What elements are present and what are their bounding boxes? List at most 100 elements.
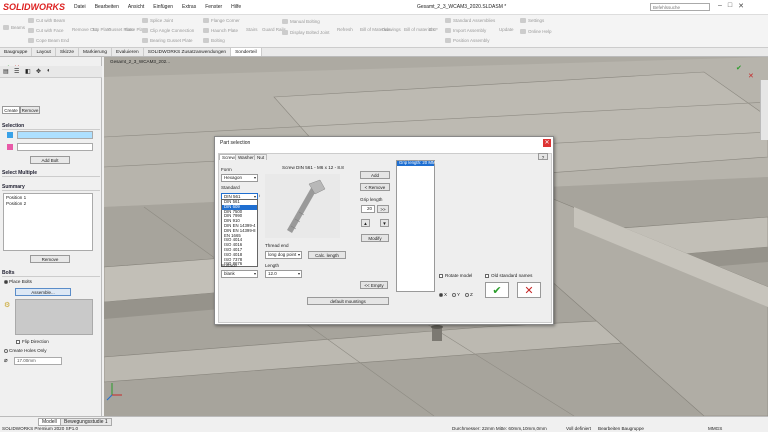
menu-hilfe[interactable]: Hilfe [231, 4, 241, 10]
ribbon-manual-bolting[interactable]: Manual Bolting [282, 19, 320, 25]
axis-y-radio[interactable]: Y [452, 292, 460, 297]
summary-section-title[interactable]: Summary [2, 184, 100, 191]
axis-x-radio[interactable]: X [439, 292, 447, 297]
selection-section-title[interactable]: Selection [2, 123, 100, 130]
tab-remove[interactable]: Remove [20, 106, 40, 114]
tab-markierung[interactable]: Markierung [79, 48, 113, 56]
menu-datei[interactable]: Datei [74, 4, 86, 10]
summary-list[interactable]: Position 1 Position 2 [3, 193, 93, 251]
rotate-model-checkbox[interactable]: Rotate model [439, 273, 472, 278]
ribbon-stairs[interactable]: Stairs [246, 27, 258, 32]
standard-dropdown-list[interactable]: DIN 561 DIN 609 DIN 7500 DIN 7990 DIN 91… [221, 199, 258, 267]
form-select[interactable]: Hexagon ▾ [221, 174, 258, 182]
ribbon-haunch[interactable]: Haunch Plate [203, 28, 238, 34]
task-pane-tabs[interactable] [760, 80, 768, 140]
x-icon[interactable]: ✕ [517, 282, 541, 298]
list-item[interactable]: Grip length: 20 MM [397, 160, 436, 166]
assemble-button[interactable]: Assemble... [15, 288, 71, 296]
move-down-button[interactable]: ▼ [380, 219, 389, 227]
thread-end-select[interactable]: long dog point ▾ [265, 251, 302, 259]
menu-extras[interactable]: Extras [182, 4, 196, 10]
old-standard-names-checkbox[interactable]: Old standard names [485, 273, 532, 278]
ribbon-display-bolted[interactable]: Display Bolted Joint [282, 30, 330, 36]
bolts-section-title[interactable]: Bolts [2, 270, 100, 277]
ribbon-beams[interactable]: Beams [3, 25, 25, 31]
ribbon-splice[interactable]: Splice Joint [142, 18, 173, 24]
dialog-close-icon[interactable]: ✕ [543, 139, 551, 147]
tab-modell[interactable]: Modell [38, 418, 61, 426]
hole-diameter-input[interactable]: 17.00mm [14, 357, 62, 365]
menu-ansicht[interactable]: Ansicht [128, 4, 144, 10]
surface-select[interactable]: blank ▾ [221, 270, 258, 278]
list-item[interactable]: Position 2 [6, 201, 26, 206]
menu-bearbeiten[interactable]: Bearbeiten [95, 4, 119, 10]
close-icon[interactable]: ✕ [738, 2, 744, 10]
add-button[interactable]: Add [360, 171, 390, 179]
menu-einfuegen[interactable]: Einfügen [153, 4, 173, 10]
ribbon-cut-face[interactable]: Cut with Face [28, 28, 64, 34]
tab-bewegungsstudie[interactable]: Bewegungsstudie 1 [60, 418, 112, 426]
ribbon-update[interactable]: Update [499, 27, 514, 32]
minimize-icon[interactable]: – [718, 2, 722, 10]
cancel-corner-x-icon[interactable]: ✕ [748, 72, 754, 80]
remove-part-button[interactable]: < Remove [360, 183, 390, 191]
help-button[interactable]: ? [538, 153, 548, 160]
command-search-input[interactable]: Befehlssuche [650, 3, 710, 11]
config-icon[interactable]: ◧ [25, 68, 31, 75]
ribbon-position-assembly[interactable]: Position Assembly [445, 38, 490, 44]
remove-button[interactable]: Remove [30, 255, 70, 263]
move-icon[interactable]: ✥ [36, 68, 41, 75]
ribbon-cut-beam[interactable]: Cut with Beam [28, 18, 65, 24]
ribbon-settings[interactable]: Settings [520, 18, 544, 24]
ribbon-refresh[interactable]: Refresh [337, 27, 353, 32]
default-mountings-button[interactable]: default mountings [307, 297, 389, 305]
units-selector[interactable]: MMGS [708, 426, 722, 431]
flip-direction-checkbox[interactable]: Flip Direction [16, 339, 49, 344]
select-multiple-section[interactable]: Select Multiple [2, 170, 100, 177]
check-icon[interactable]: ✔ [485, 282, 509, 298]
maximize-icon[interactable]: □ [728, 2, 732, 10]
selection-list-2[interactable] [17, 143, 93, 151]
grip-apply-button[interactable]: >> [377, 205, 389, 213]
tab-create[interactable]: Create [2, 106, 20, 114]
grip-length-input[interactable]: 20 [361, 205, 375, 213]
tab-zusatzanwendungen[interactable]: SOLIDWORKS Zusatzanwendungen [144, 48, 232, 56]
length-select[interactable]: 12.0 ▾ [265, 270, 302, 278]
standard-info-icon[interactable]: i [259, 193, 260, 198]
feature-tree-root[interactable]: Gesamt_2_3_WCAM3_202... [110, 59, 170, 64]
ribbon-import-assembly[interactable]: Import Assembly [445, 28, 486, 34]
ribbon-clip-angle[interactable]: Clip Angle Connection [142, 28, 194, 34]
ribbon-dxf[interactable]: DXF [429, 27, 438, 32]
mounting-list[interactable]: Grip length: 20 MM [396, 160, 436, 292]
ribbon-std-assemblies[interactable]: Standard Assemblies [445, 18, 495, 24]
calc-length-button[interactable]: Calc. length [308, 251, 346, 259]
window-controls: – □ ✕ [718, 2, 744, 10]
menu-fenster[interactable]: Fenster [205, 4, 222, 10]
empty-button[interactable]: << Empty [360, 281, 388, 289]
selection-list-1[interactable] [17, 131, 93, 139]
place-bolts-radio[interactable]: Place Bolts [4, 279, 32, 284]
ribbon-bearing-gusset[interactable]: Bearing Gusset Plate [142, 38, 193, 44]
tab-evaluieren[interactable]: Evaluieren [112, 48, 144, 56]
ribbon-drawings[interactable]: Drawings [382, 27, 401, 32]
create-holes-radio[interactable]: Create Holes Only [4, 348, 47, 353]
tab-sonderteil[interactable]: Sonderteil [231, 48, 262, 56]
tab-skizze[interactable]: Skizze [56, 48, 80, 56]
ribbon-cope[interactable]: Cope Beam End [28, 38, 69, 44]
tab-baugruppe[interactable]: Baugruppe [0, 48, 33, 56]
feature-tree-icon[interactable]: ▤ [3, 68, 9, 75]
display-icon[interactable]: ◐ [47, 68, 51, 74]
property-manager-icon[interactable]: ☰ [14, 68, 19, 75]
axis-z-radio[interactable]: Z [465, 292, 473, 297]
list-item[interactable]: Position 1 [6, 195, 26, 200]
move-up-button[interactable]: ▲ [361, 219, 370, 227]
tab-nut[interactable]: Nut [254, 154, 268, 160]
bolt-icon: ⚙ [4, 302, 11, 309]
tab-layout[interactable]: Layout [32, 48, 56, 56]
add-bolt-button[interactable]: Add Bolt [30, 156, 70, 164]
confirm-corner-check-icon[interactable]: ✔ [736, 64, 742, 72]
ribbon-online-help[interactable]: Online Help [520, 29, 552, 35]
ribbon-bolting[interactable]: Bolting [203, 38, 225, 44]
modify-button[interactable]: Modify [361, 234, 389, 242]
ribbon-flange-corner[interactable]: Flange Corner [203, 18, 240, 24]
